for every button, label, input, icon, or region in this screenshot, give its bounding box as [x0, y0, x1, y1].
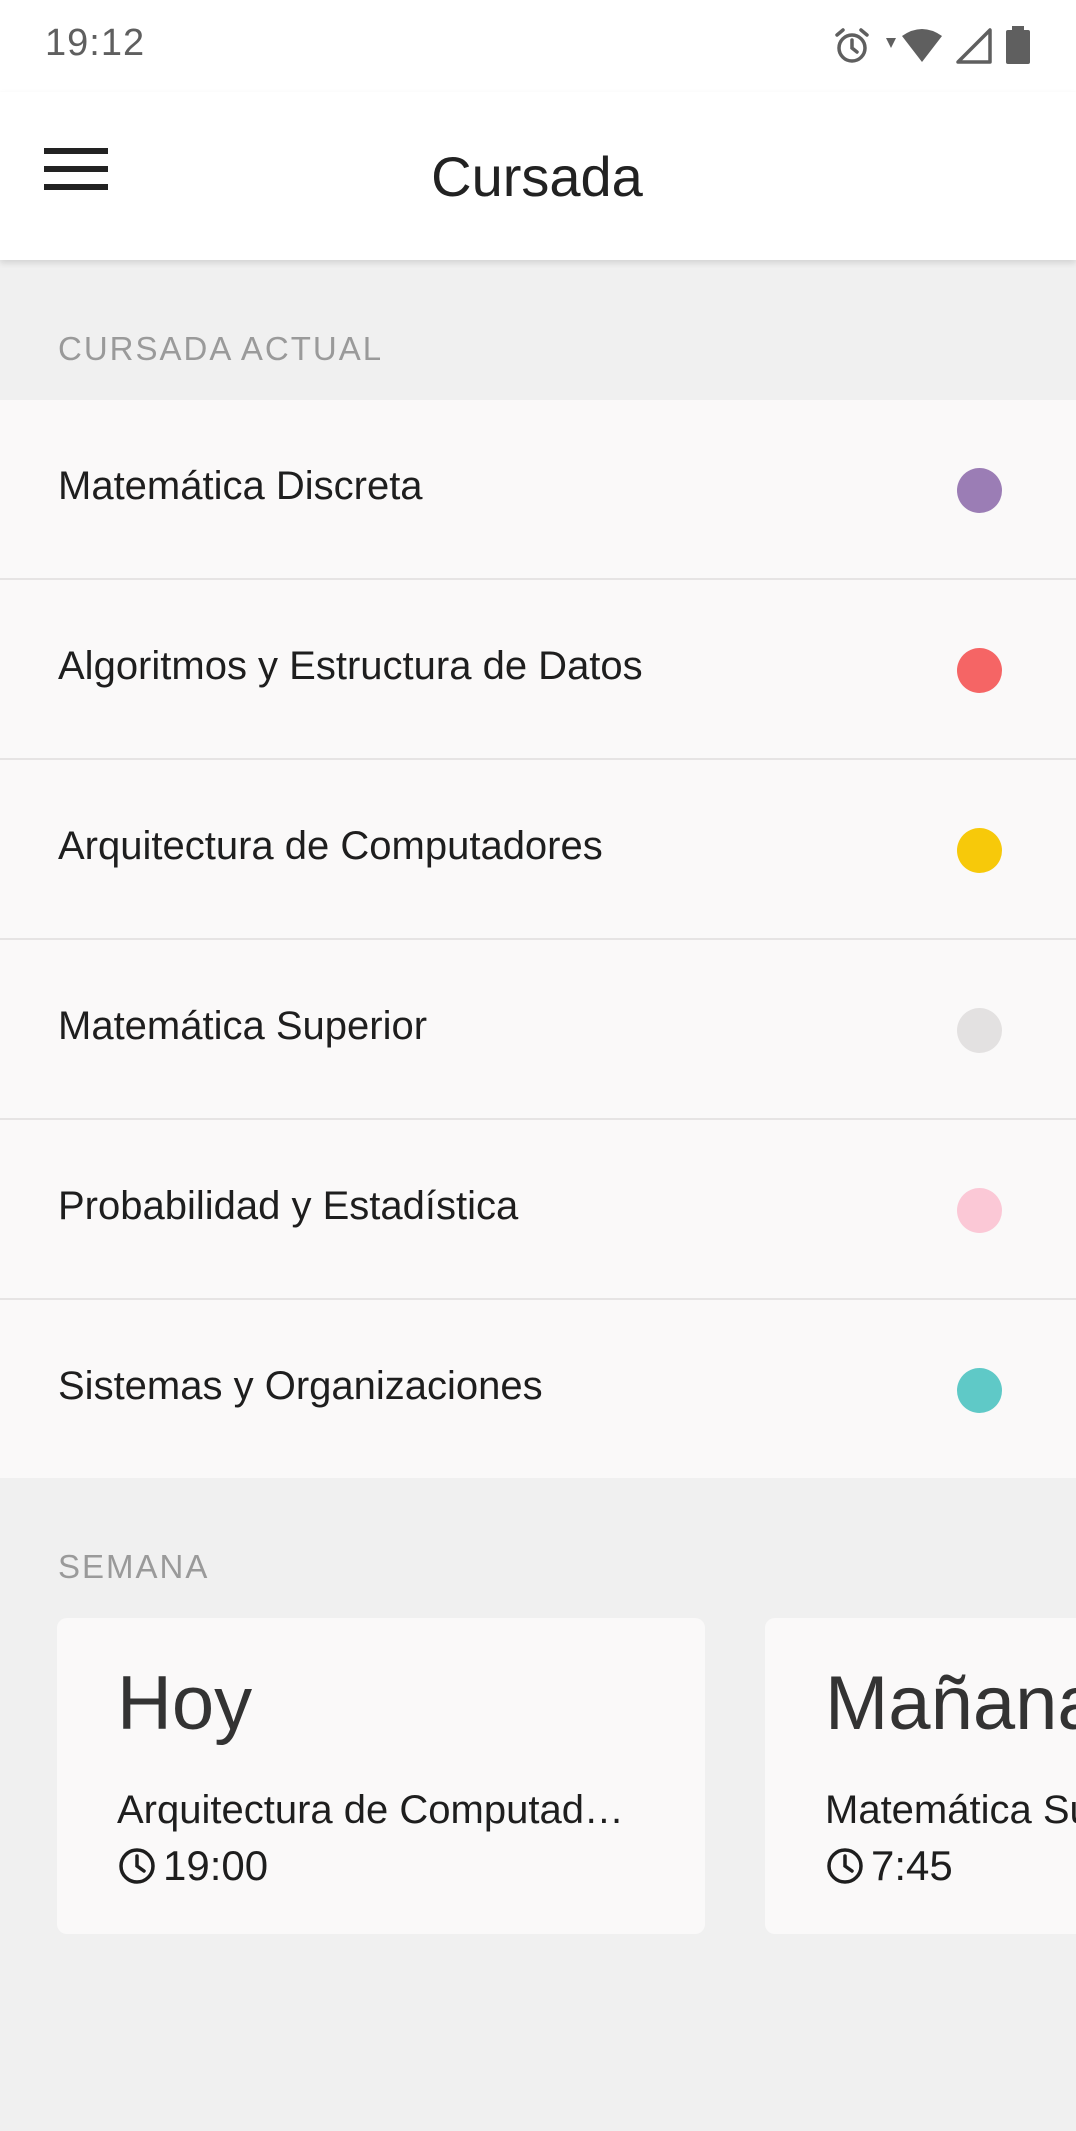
status-time: 19:12: [45, 22, 146, 64]
course-label: Sistemas y Organizaciones: [58, 1364, 543, 1408]
wifi-icon: [882, 26, 944, 66]
day-title: Hoy: [117, 1661, 253, 1746]
section-header-week: SEMANA: [58, 1548, 210, 1585]
alarm-icon: [832, 26, 872, 66]
course-label: Probabilidad y Estadística: [58, 1184, 519, 1228]
app-bar: Cursada: [0, 92, 1076, 260]
card-time-row: 19:00: [117, 1842, 268, 1890]
card-time: 7:45: [871, 1842, 953, 1889]
status-bar: 19:12: [0, 0, 1076, 92]
card-time-row: 7:45: [825, 1842, 953, 1890]
battery-icon: [1004, 26, 1032, 66]
course-label: Matemática Superior: [58, 1004, 428, 1048]
cell-signal-icon: [954, 26, 994, 66]
course-color-dot: [957, 828, 1002, 873]
section-header-current: CURSADA ACTUAL: [58, 330, 384, 367]
page-title-text: Cursada: [431, 145, 643, 208]
course-color-dot: [957, 468, 1002, 513]
course-label: Matemática Discreta: [58, 464, 423, 508]
list-item[interactable]: Matemática Superior: [0, 940, 1076, 1120]
card-subject: Matemática Superior: [825, 1788, 1076, 1832]
course-label: Algoritmos y Estructura de Datos: [58, 644, 643, 688]
clock-icon: [827, 1848, 863, 1884]
clock-icon: [119, 1848, 155, 1884]
day-title: Mañana: [825, 1661, 1076, 1746]
week-cards-carousel[interactable]: Hoy Arquitectura de Computad… 19:00 Maña…: [0, 1618, 1076, 1934]
course-color-dot: [957, 1368, 1002, 1413]
list-item[interactable]: Matemática Discreta: [0, 400, 1076, 580]
course-color-dot: [957, 648, 1002, 693]
list-item[interactable]: Probabilidad y Estadística: [0, 1120, 1076, 1300]
day-card-tomorrow[interactable]: Mañana Matemática Superior 7:45: [765, 1618, 1076, 1934]
course-label: Arquitectura de Computadores: [58, 824, 603, 868]
course-color-dot: [957, 1008, 1002, 1053]
course-list: Matemática Discreta Algoritmos y Estruct…: [0, 400, 1076, 1478]
card-time: 19:00: [163, 1842, 269, 1889]
list-item[interactable]: Arquitectura de Computadores: [0, 760, 1076, 940]
page-title: Cursada: [0, 144, 1076, 209]
day-card-today[interactable]: Hoy Arquitectura de Computad… 19:00: [57, 1618, 705, 1934]
status-icons: [832, 24, 1032, 68]
course-color-dot: [957, 1188, 1002, 1233]
list-item[interactable]: Sistemas y Organizaciones: [0, 1300, 1076, 1478]
card-subject: Arquitectura de Computad…: [117, 1788, 624, 1832]
list-item[interactable]: Algoritmos y Estructura de Datos: [0, 580, 1076, 760]
